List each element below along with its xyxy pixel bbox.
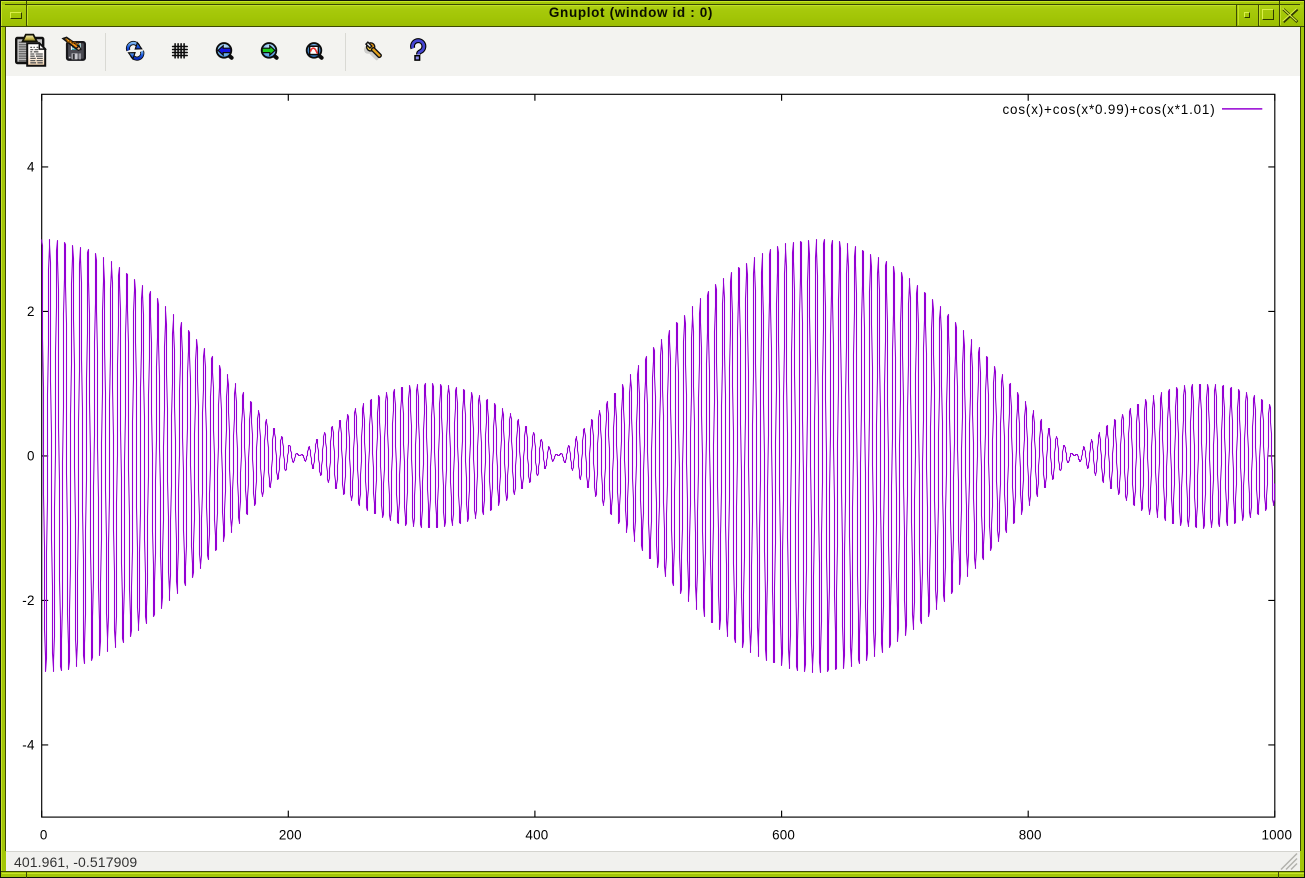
svg-text:200: 200 xyxy=(279,827,302,842)
svg-text:0: 0 xyxy=(40,827,48,842)
svg-text:1000: 1000 xyxy=(1262,827,1293,842)
svg-text:-4: -4 xyxy=(22,737,35,752)
svg-text:800: 800 xyxy=(1019,827,1042,842)
svg-text:-2: -2 xyxy=(22,593,34,608)
svg-text:600: 600 xyxy=(772,827,795,842)
svg-text:0: 0 xyxy=(27,448,35,463)
svg-text:4: 4 xyxy=(27,159,35,174)
svg-text:400: 400 xyxy=(525,827,548,842)
svg-text:cos(x)+cos(x*0.99)+cos(x*1.01): cos(x)+cos(x*0.99)+cos(x*1.01) xyxy=(1003,101,1216,116)
svg-text:2: 2 xyxy=(27,304,35,319)
